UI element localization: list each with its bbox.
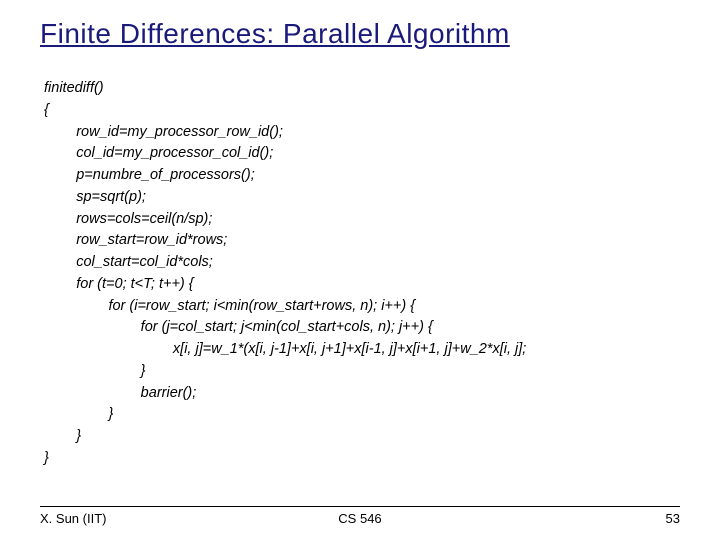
footer-course: CS 546: [253, 511, 466, 526]
footer: X. Sun (IIT) CS 546 53: [40, 506, 680, 526]
code-block: finitediff() { row_id=my_processor_row_i…: [40, 78, 680, 470]
footer-page-number: 53: [467, 511, 680, 526]
slide-title: Finite Differences: Parallel Algorithm: [40, 18, 680, 50]
slide: Finite Differences: Parallel Algorithm f…: [0, 0, 720, 540]
footer-author: X. Sun (IIT): [40, 511, 253, 526]
